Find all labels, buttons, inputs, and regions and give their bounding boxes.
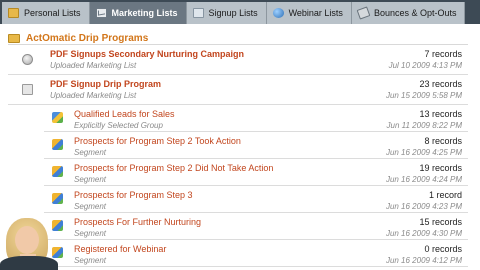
timestamp: Jun 11 2009 8:22 PM [386,121,462,130]
segment-icon [52,193,63,204]
list-type: Segment [74,202,107,211]
tab-label: Personal Lists [24,8,81,18]
envelope-icon [95,8,107,18]
list-type: Explicitly Selected Group [74,121,163,130]
list-name-link[interactable]: Prospects for Program Step 2 Did Not Tak… [74,163,273,173]
list-name-link[interactable]: PDF Signup Drip Program [50,79,161,89]
list-name-link[interactable]: PDF Signups Secondary Nurturing Campaign [50,49,244,59]
tab-label: Signup Lists [208,8,258,18]
list-table: PDF Signups Secondary Nurturing Campaign… [8,44,468,267]
list-row[interactable]: PDF Signups Secondary Nurturing Campaign… [8,45,468,75]
list-name-link[interactable]: Qualified Leads for Sales [74,109,175,119]
list-type: Segment [74,256,107,265]
tab-signup-lists[interactable]: Signup Lists [186,2,267,24]
list-row[interactable]: Prospects For Further Nurturing Segment … [44,213,468,240]
list-type: Segment [74,148,107,157]
timestamp: Jun 16 2009 4:23 PM [385,202,462,211]
folder-icon [8,33,20,43]
list-name-link[interactable]: Prospects for Program Step 3 [74,190,193,200]
presenter-photo [0,216,58,270]
list-row[interactable]: PDF Signup Drip Program Uploaded Marketi… [8,75,468,105]
record-count: 0 records [424,244,462,254]
list-type: Segment [74,175,107,184]
tab-label: Webinar Lists [288,8,343,18]
timestamp: Jun 15 2009 5:58 PM [385,91,462,100]
form-icon [192,8,204,18]
bounce-icon [356,6,371,20]
list-row[interactable]: Prospects for Program Step 2 Took Action… [44,132,468,159]
list-row[interactable]: Prospects for Program Step 2 Did Not Tak… [44,159,468,186]
list-row[interactable]: Registered for Webinar Segment 0 records… [44,240,468,267]
record-count: 15 records [419,217,462,227]
list-type: Uploaded Marketing List [50,61,137,70]
record-count: 1 record [428,190,462,200]
list-name-link[interactable]: Registered for Webinar [74,244,166,254]
presenter-body [0,256,58,270]
list-type: Uploaded Marketing List [50,91,137,100]
record-count: 23 records [419,79,462,89]
globe-icon [272,8,284,18]
timestamp: Jun 16 2009 4:25 PM [385,148,462,157]
segment-icon [52,166,63,177]
record-count: 7 records [424,49,462,59]
tab-webinar-lists[interactable]: Webinar Lists [266,2,352,24]
group-icon [52,112,63,123]
timestamp: Jun 16 2009 4:12 PM [385,256,462,265]
document-icon [22,84,33,95]
timestamp: Jun 16 2009 4:24 PM [385,175,462,184]
timestamp: Jun 16 2009 4:30 PM [385,229,462,238]
tab-label: Marketing Lists [111,8,178,18]
tab-bar: Personal Lists Marketing Lists Signup Li… [0,0,480,24]
tab-label: Bounces & Opt-Outs [373,8,457,18]
record-count: 13 records [419,109,462,119]
section-title: ActOmatic Drip Programs [26,32,149,44]
timestamp: Jul 10 2009 4:13 PM [388,61,462,70]
list-name-link[interactable]: Prospects for Program Step 2 Took Action [74,136,241,146]
tab-bounces-opt-outs[interactable]: Bounces & Opt-Outs [351,2,466,24]
list-name-link[interactable]: Prospects For Further Nurturing [74,217,201,227]
record-count: 8 records [424,136,462,146]
list-type: Segment [74,229,107,238]
segment-icon [52,139,63,150]
presenter-face [15,226,39,254]
record-count: 19 records [419,163,462,173]
list-row[interactable]: Prospects for Program Step 3 Segment 1 r… [44,186,468,213]
list-row[interactable]: Qualified Leads for Sales Explicitly Sel… [44,105,468,132]
folder-icon [8,8,19,18]
tab-personal-lists[interactable]: Personal Lists [2,2,90,24]
disk-icon [22,54,33,65]
tab-marketing-lists[interactable]: Marketing Lists [89,2,187,24]
